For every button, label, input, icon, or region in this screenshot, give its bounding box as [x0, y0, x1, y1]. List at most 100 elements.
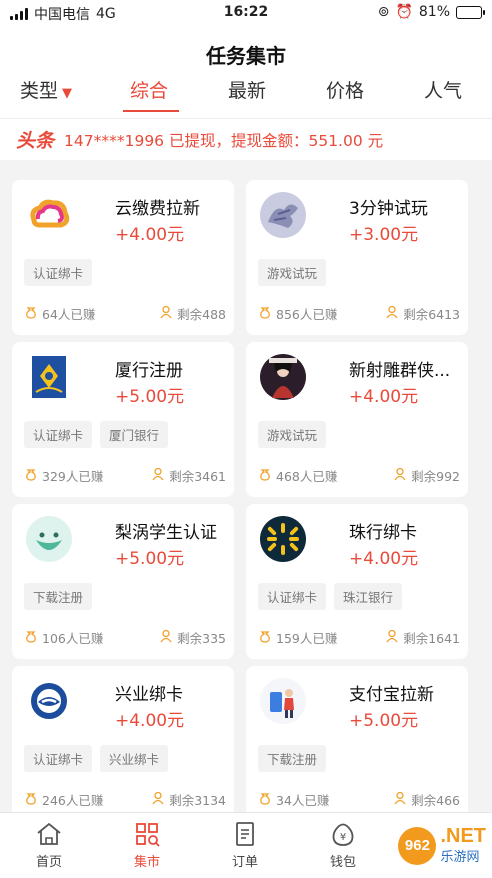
task-card[interactable]: 支付宝拉新 +5.00元 下载注册 34人已赚 剩余466	[246, 666, 468, 821]
svg-text:¥: ¥	[340, 832, 346, 843]
battery-label: 81%	[418, 4, 450, 20]
task-tag: 下载注册	[258, 745, 327, 772]
tabbar-label-home: 首页	[35, 855, 62, 870]
tab-price[interactable]: 价格	[326, 76, 364, 103]
task-tag: 认证绑卡	[24, 745, 93, 772]
task-footer: 856人已赚 剩余6413	[246, 304, 468, 324]
tab-type-label: 类型	[20, 80, 59, 102]
remaining-count: 剩余3134	[151, 790, 226, 809]
task-reward: +4.00元	[349, 387, 419, 407]
task-footer: 64人已赚 剩余488	[12, 304, 234, 324]
zhujiang-bank-icon	[260, 516, 306, 562]
active-tab-indicator	[123, 110, 179, 112]
earned-count: 159人已赚	[258, 628, 337, 647]
dragon-game-icon	[260, 192, 306, 238]
task-card[interactable]: 兴业绑卡 +4.00元 认证绑卡 兴业绑卡 246人已赚 剩余3134	[12, 666, 234, 821]
earned-count: 329人已赚	[24, 466, 103, 485]
task-reward: +5.00元	[349, 711, 419, 731]
tabbar-item-orders[interactable]: 订单	[210, 821, 280, 870]
watermark-text: .NET	[440, 825, 486, 847]
earned-count: 246人已赚	[24, 790, 103, 809]
remaining-text: 剩余3461	[169, 469, 226, 484]
headline-text: 147****1996 已提现，提现金额：551.00 元	[64, 131, 384, 150]
home-icon	[37, 822, 61, 845]
task-tag: 厦门银行	[100, 421, 169, 448]
task-tag: 兴业绑卡	[100, 745, 169, 772]
industrial-bank-icon	[26, 678, 72, 724]
order-doc-icon	[236, 822, 254, 846]
remaining-text: 剩余1641	[403, 631, 460, 646]
tabbar-label-orders: 订单	[231, 855, 258, 870]
task-card[interactable]: 3分钟试玩 +3.00元 游戏试玩 856人已赚 剩余6413	[246, 180, 468, 335]
earned-count: 106人已赚	[24, 628, 103, 647]
coin-bag-icon	[24, 305, 38, 322]
task-tag: 下载注册	[24, 583, 93, 610]
task-tag: 认证绑卡	[258, 583, 327, 610]
person-icon	[151, 467, 165, 484]
person-icon	[385, 305, 399, 322]
tab-bar: 类型 ▼ 综合 最新 价格 人气	[0, 76, 492, 118]
tab-popularity[interactable]: 人气	[424, 76, 462, 103]
page-title: 任务集市	[206, 44, 286, 68]
caret-down-icon: ▼	[62, 86, 73, 101]
person-icon	[393, 791, 407, 808]
task-footer: 34人已赚 剩余466	[246, 790, 468, 810]
task-name: 新射雕群侠...	[349, 361, 451, 381]
coin-bag-icon	[258, 629, 272, 646]
earned-text: 856人已赚	[276, 307, 338, 322]
task-footer: 159人已赚 剩余1641	[246, 628, 468, 648]
headline-ticker[interactable]: 头条 147****1996 已提现，提现金额：551.00 元	[0, 118, 492, 160]
earned-count: 34人已赚	[258, 790, 329, 809]
task-tags: 下载注册	[24, 583, 93, 610]
earned-text: 329人已赚	[42, 469, 104, 484]
task-footer: 468人已赚 剩余992	[246, 466, 468, 486]
task-tags: 下载注册	[258, 745, 327, 772]
task-name: 3分钟试玩	[349, 199, 428, 219]
status-bar: 中国电信 4G 16:22 ⊚ ⏰ 81%	[0, 0, 492, 26]
tab-type[interactable]: 类型 ▼	[20, 76, 72, 103]
tabbar-item-wallet[interactable]: ¥ 钱包	[308, 821, 378, 870]
watermark-circle: 962	[398, 826, 437, 865]
task-name: 兴业绑卡	[115, 685, 183, 705]
tabbar-item-market[interactable]: 集市	[112, 821, 182, 870]
xiamen-bank-icon	[26, 354, 72, 400]
tab-comprehensive[interactable]: 综合	[130, 76, 168, 103]
coin-bag-icon	[258, 791, 272, 808]
wallet-icon: ¥	[332, 823, 354, 846]
task-card[interactable]: 厦行注册 +5.00元 认证绑卡 厦门银行 329人已赚 剩余3461	[12, 342, 234, 497]
person-icon	[393, 467, 407, 484]
task-card[interactable]: 新射雕群侠... +4.00元游戏试玩 468人已赚 剩余992	[246, 342, 468, 497]
task-reward: +4.00元	[349, 549, 419, 569]
tab-newest[interactable]: 最新	[228, 76, 266, 103]
earned-text: 468人已赚	[276, 469, 338, 484]
task-tag: 游戏试玩	[258, 259, 327, 286]
header: 任务集市 类型 ▼ 综合 最新 价格 人气	[0, 26, 492, 118]
remaining-count: 剩余488	[159, 304, 226, 323]
task-reward: +5.00元	[115, 387, 185, 407]
remaining-count: 剩余466	[393, 790, 460, 809]
task-name: 梨涡学生认证	[115, 523, 217, 543]
earned-text: 159人已赚	[276, 631, 338, 646]
site-watermark: 962 .NET 乐游网	[398, 826, 486, 865]
person-icon	[151, 791, 165, 808]
task-tags: 游戏试玩	[258, 421, 327, 448]
task-tags: 认证绑卡 厦门银行	[24, 421, 169, 448]
coin-bag-icon	[24, 629, 38, 646]
earned-text: 246人已赚	[42, 793, 104, 808]
task-card[interactable]: 梨涡学生认证 +5.00元 下载注册 106人已赚 剩余335	[12, 504, 234, 659]
task-tags: 认证绑卡 兴业绑卡	[24, 745, 169, 772]
alipay-figure-icon	[260, 678, 306, 724]
remaining-text: 剩余3134	[169, 793, 226, 808]
coin-bag-icon	[24, 467, 38, 484]
coin-bag-icon	[258, 305, 272, 322]
tabbar-item-home[interactable]: 首页	[14, 821, 84, 870]
task-card[interactable]: 云缴费拉新 +4.00元 认证绑卡 64人已赚 剩余488	[12, 180, 234, 335]
task-footer: 246人已赚 剩余3134	[12, 790, 234, 810]
remaining-count: 剩余992	[393, 466, 460, 485]
coin-bag-icon	[258, 467, 272, 484]
task-reward: +5.00元	[115, 549, 185, 569]
remaining-text: 剩余6413	[403, 307, 460, 322]
task-card[interactable]: 珠行绑卡 +4.00元 认证绑卡 珠江银行 159人已赚 剩余1641	[246, 504, 468, 659]
watermark-sub: 乐游网	[440, 850, 480, 865]
task-tags: 认证绑卡	[24, 259, 93, 286]
